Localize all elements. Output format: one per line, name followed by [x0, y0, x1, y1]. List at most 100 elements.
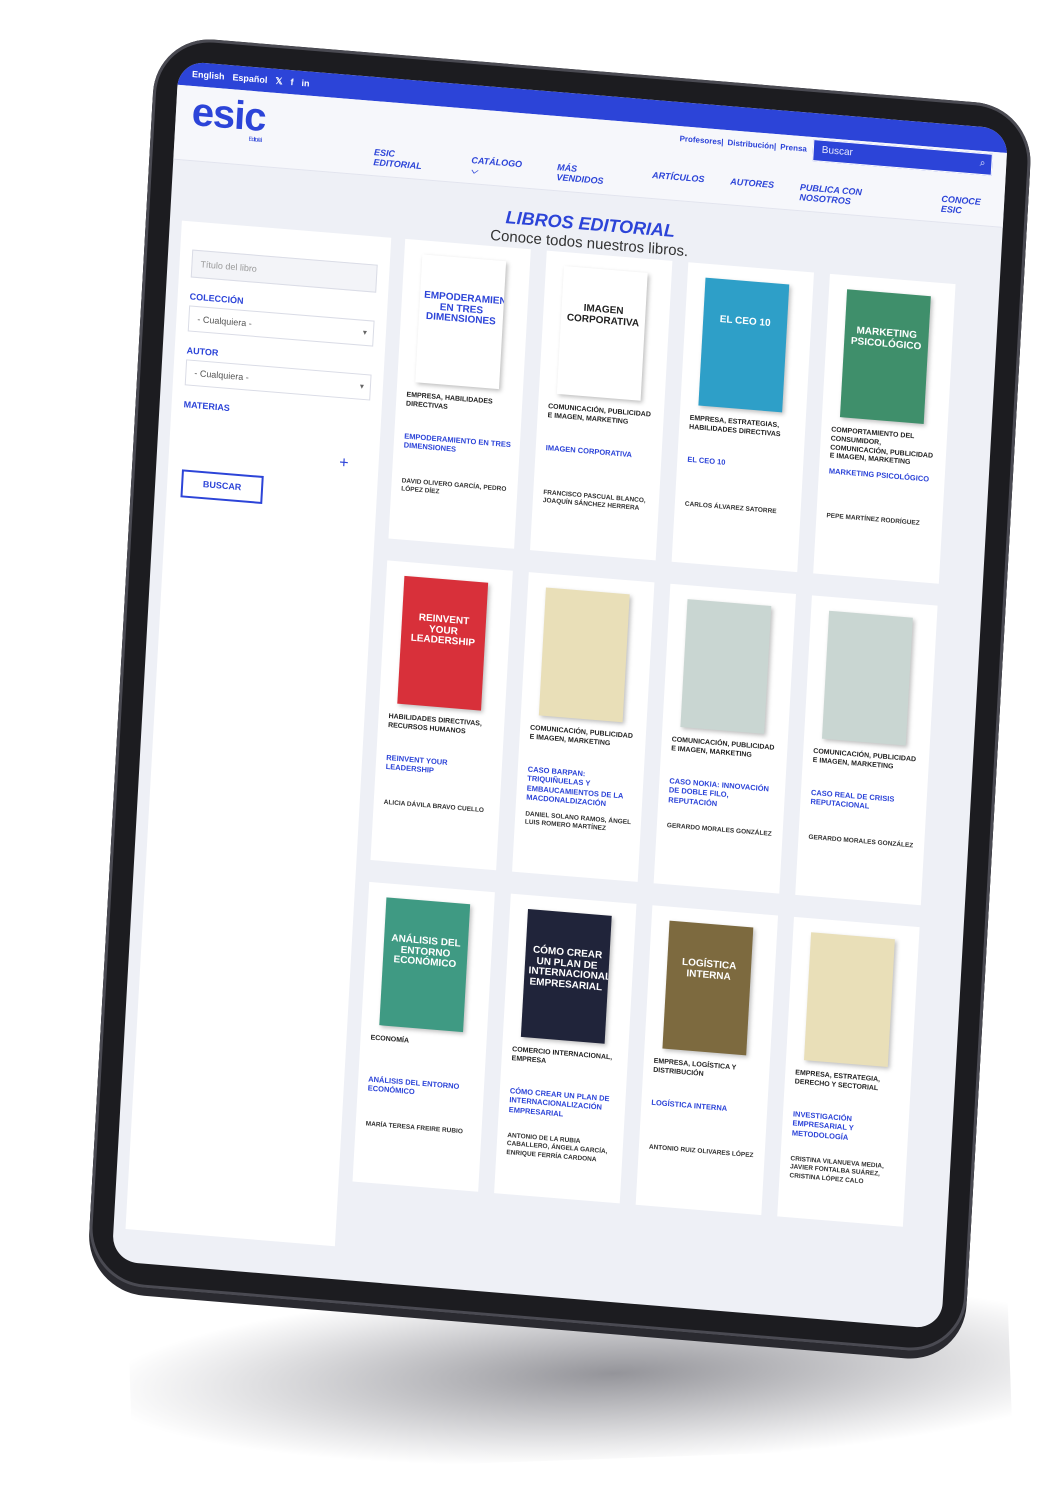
- book-cover[interactable]: EMPODERAMIENTO EN TRES DIMENSIONES: [415, 254, 507, 390]
- book-cover-title: [548, 624, 624, 630]
- book-category: EMPRESA, ESTRATEGIAS, HABILIDADES DIRECT…: [688, 414, 781, 439]
- book-author: CARLOS ÁLVAREZ SATORRE: [684, 500, 777, 516]
- search-button[interactable]: BUSCAR: [180, 469, 264, 505]
- book-author: DANIEL SOLANO RAMOS, ÁNGEL LUIS ROMERO M…: [524, 810, 632, 833]
- book-author: PEPE MARTÍNEZ RODRÍGUEZ: [826, 512, 920, 527]
- book-card[interactable]: COMUNICACIÓN, PUBLICIDAD E IMAGEN, MARKE…: [795, 595, 938, 906]
- nav-articulos[interactable]: ARTÍCULOS: [651, 170, 705, 195]
- book-card[interactable]: LOGÍSTICA INTERNA EMPRESA, LOGÍSTICA Y DI…: [635, 905, 779, 1216]
- book-category: EMPRESA, LOGÍSTICA Y DISTRIBUCIÓN: [653, 1057, 737, 1078]
- book-cover-title: ANÁLISIS DEL ENTORNO ECONÓMICO: [391, 932, 461, 971]
- book-cover-title: [690, 635, 766, 641]
- book-title-link[interactable]: LOGÍSTICA INTERNA: [651, 1098, 759, 1116]
- book-category: EMPRESA, HABILIDADES DIRECTIVAS: [405, 391, 493, 411]
- chevron-down-icon: ▾: [359, 381, 365, 391]
- nav-esic-editorial[interactable]: ESIC EDITORIAL: [373, 147, 446, 174]
- nav-publica[interactable]: PUBLICA CON NOSOTROS: [799, 182, 916, 212]
- book-cover-title: [831, 647, 907, 653]
- coleccion-value: - Cualquiera -: [197, 314, 253, 329]
- main-content: LIBROS EDITORIAL Conoce todos nuestros l…: [112, 160, 1003, 1326]
- book-card[interactable]: ANÁLISIS DEL ENTORNO ECONÓMICO ECONOMÍA AN…: [352, 881, 495, 1192]
- book-author: CRISTINA VILANUEVA MEDIA, JAVIER FONTALB…: [789, 1155, 885, 1186]
- book-title-link[interactable]: CASO BARPAN: TRIQUIÑUELAS Y EMBAUCAMIENT…: [526, 765, 636, 811]
- book-card[interactable]: IMAGEN CORPORATIVA COMUNICACIÓN, PUBLICID…: [530, 250, 673, 561]
- book-author: ANTONIO DE LA RUBIA CABALLERO, ÁNGELA GA…: [506, 1132, 608, 1164]
- book-category: COMUNICACIÓN, PUBLICIDAD E IMAGEN, MARKE…: [547, 403, 652, 426]
- book-cover[interactable]: [821, 610, 913, 746]
- search-icon[interactable]: ⌕: [979, 154, 986, 174]
- book-card[interactable]: CÓMO CREAR UN PLAN DE INTERNACIONALIZACI…: [494, 893, 637, 1204]
- twitter-icon[interactable]: 𝕏: [275, 75, 283, 87]
- materias-label: MATERIAS: [183, 399, 231, 414]
- book-card[interactable]: COMUNICACIÓN, PUBLICIDAD E IMAGEN, MARKE…: [512, 572, 655, 882]
- chevron-down-icon: ▾: [362, 327, 368, 338]
- language-spanish-link[interactable]: Español: [232, 72, 267, 85]
- book-category: COMUNICACIÓN, PUBLICIDAD E IMAGEN, MARKE…: [812, 747, 917, 771]
- book-cover[interactable]: MARKETING PSICOLÓGICO: [839, 289, 931, 424]
- nav-autores[interactable]: AUTORES: [729, 176, 774, 201]
- book-author: MARÍA TERESA FREIRE RUBIO: [365, 1120, 464, 1136]
- book-category: ECONOMÍA: [370, 1034, 410, 1045]
- book-card[interactable]: MARKETING PSICOLÓGICO COMPORTAMIENTO DEL …: [813, 273, 956, 584]
- nav-conoce-esic[interactable]: CONOCE ESIC: [941, 194, 1005, 220]
- book-title-link[interactable]: CÓMO CREAR UN PLAN DE INTERNACIONALIZACI…: [509, 1086, 618, 1123]
- book-author: ALICIA DÁVILA BRAVO CUELLO: [383, 798, 485, 815]
- nav-catalogo[interactable]: CATÁLOGO ⌵: [470, 155, 531, 181]
- book-author: ANTONIO RUIZ OLIVARES LÓPEZ: [648, 1143, 754, 1160]
- book-category: COMERCIO INTERNACIONAL, EMPRESA: [511, 1046, 613, 1065]
- book-title-placeholder: Título del libro: [200, 259, 258, 274]
- book-cover-title: REINVENT YOUR LEADERSHIP: [410, 612, 476, 649]
- book-title-link[interactable]: EMPODERAMIENTO EN TRES DIMENSIONES: [403, 431, 512, 459]
- book-cover-title: [813, 969, 889, 975]
- logo-text: esic: [190, 90, 267, 141]
- book-cover[interactable]: [803, 932, 895, 1067]
- book-title-link[interactable]: REINVENT YOUR LEADERSHIP: [385, 753, 494, 781]
- book-cover-title: CÓMO CREAR UN PLAN DE INTERNACIONALIZACI…: [528, 944, 612, 993]
- book-cover[interactable]: IMAGEN CORPORATIVA: [556, 266, 648, 401]
- book-title-link[interactable]: INVESTIGACIÓN EMPRESARIAL Y METODOLOGÍA: [792, 1109, 901, 1146]
- book-category: EMPRESA, ESTRATEGIA, DERECHO Y SECTORIAL: [794, 1069, 881, 1093]
- book-cover-title: IMAGEN CORPORATIVA: [566, 302, 640, 329]
- search-placeholder: Buscar: [821, 144, 854, 159]
- book-title-link[interactable]: IMAGEN CORPORATIVA: [546, 443, 654, 461]
- util-link-profesores[interactable]: Profesores|: [679, 134, 723, 147]
- book-author: GERARDO MORALES GONZÁLEZ: [808, 833, 914, 850]
- book-cover[interactable]: EL CEO 10: [698, 277, 790, 413]
- util-link-prensa[interactable]: Prensa: [780, 142, 807, 153]
- book-cover[interactable]: [538, 587, 630, 723]
- book-category: HABILIDADES DIRECTIVAS, RECURSOS HUMANOS: [387, 713, 483, 736]
- book-cover[interactable]: LOGÍSTICA INTERNA: [662, 920, 754, 1056]
- book-category: COMUNICACIÓN, PUBLICIDAD E IMAGEN, MARKE…: [670, 736, 775, 759]
- plus-icon[interactable]: +: [339, 454, 349, 473]
- book-category: COMUNICACIÓN, PUBLICIDAD E IMAGEN, MARKE…: [529, 724, 634, 748]
- book-card[interactable]: EMPODERAMIENTO EN TRES DIMENSIONES EMPRES…: [388, 238, 531, 549]
- book-card[interactable]: REINVENT YOUR LEADERSHIP HABILIDADES DIRE…: [370, 560, 513, 871]
- book-title-link[interactable]: MARKETING PSICOLÓGICO: [829, 466, 937, 484]
- language-english-link[interactable]: English: [192, 69, 225, 82]
- book-title-link[interactable]: CASO NOKIA: INNOVACIÓN DE DOBLE FILO, RE…: [668, 776, 777, 813]
- book-title-input[interactable]: Título del libro: [190, 249, 378, 293]
- book-cover-title: EL CEO 10: [719, 313, 771, 330]
- book-cover-title: EMPODERAMIENTO EN TRES DIMENSIONES: [423, 289, 507, 328]
- book-title-link[interactable]: CASO REAL DE CRISIS REPUTACIONAL: [810, 788, 919, 816]
- book-cover[interactable]: CÓMO CREAR UN PLAN DE INTERNACIONALIZACI…: [520, 909, 612, 1044]
- util-link-distribucion[interactable]: Distribución|: [727, 138, 776, 151]
- book-title-link[interactable]: ANÁLISIS DEL ENTORNO ECONÓMICO: [367, 1074, 476, 1102]
- nav-mas-vendidos[interactable]: MÁS VENDIDOS: [556, 162, 626, 189]
- filter-sidebar: Título del libro COLECCIÓN - Cualquiera …: [125, 220, 392, 1247]
- book-grid: EMPODERAMIENTO EN TRES DIMENSIONES EMPRES…: [352, 238, 964, 1227]
- book-card[interactable]: COMUNICACIÓN, PUBLICIDAD E IMAGEN, MARKE…: [653, 583, 797, 894]
- book-cover[interactable]: ANÁLISIS DEL ENTORNO ECONÓMICO: [379, 897, 471, 1033]
- book-cover[interactable]: REINVENT YOUR LEADERSHIP: [397, 575, 489, 711]
- esic-logo[interactable]: esic Editorial: [190, 90, 267, 144]
- tablet-screen: English Español 𝕏 f in esic Editorial Pr…: [111, 60, 1009, 1330]
- book-category: COMPORTAMIENTO DEL CONSUMIDOR, COMUNICAC…: [829, 426, 934, 467]
- book-cover[interactable]: [680, 599, 772, 734]
- facebook-icon[interactable]: f: [290, 77, 294, 87]
- book-card[interactable]: EMPRESA, ESTRATEGIA, DERECHO Y SECTORIAL…: [777, 916, 920, 1227]
- book-title-link[interactable]: EL CEO 10: [687, 455, 795, 473]
- book-card[interactable]: EL CEO 10 EMPRESA, ESTRATEGIAS, HABILIDAD…: [671, 262, 814, 573]
- tablet-frame: English Español 𝕏 f in esic Editorial Pr…: [86, 34, 1034, 1356]
- linkedin-icon[interactable]: in: [301, 78, 310, 89]
- utility-links: Profesores| Distribución| Prensa: [679, 134, 807, 153]
